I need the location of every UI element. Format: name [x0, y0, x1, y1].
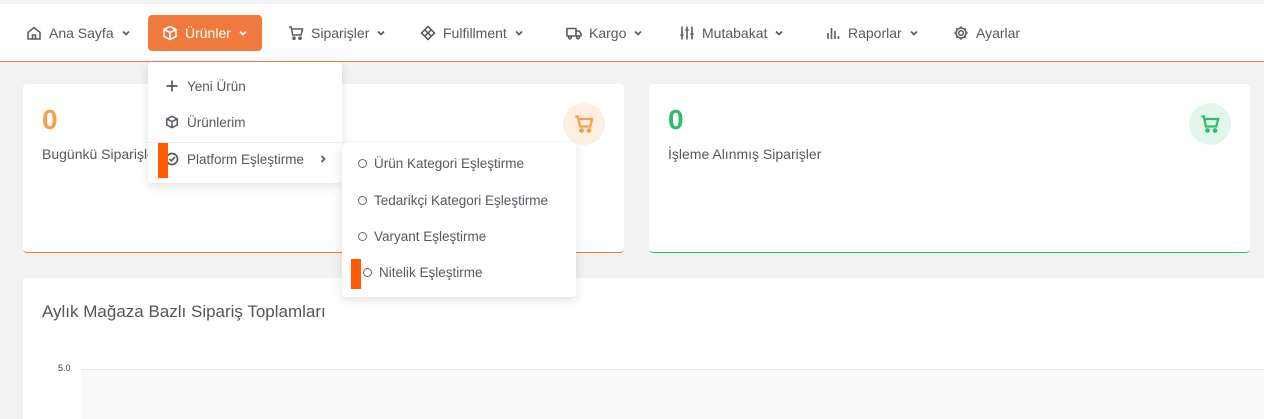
menu-item-label: Ürünlerim: [187, 114, 246, 130]
circle-icon: [358, 158, 367, 168]
truck-icon: [566, 27, 582, 40]
submenu-item-label: Nitelik Eşleştirme: [379, 264, 483, 280]
nav-kargo-label: Kargo: [589, 25, 627, 41]
bar-chart-icon: [827, 28, 840, 39]
chevron-down-icon: [121, 30, 130, 36]
nav-siparisler[interactable]: Siparişler: [274, 15, 400, 51]
plot-area: [81, 370, 1264, 419]
nav-raporlar-label: Raporlar: [848, 25, 902, 41]
nav-ayarlar[interactable]: Ayarlar: [939, 15, 1034, 51]
submenu-item-nitelik[interactable]: Nitelik Eşleştirme: [342, 254, 576, 290]
chevron-down-icon: [239, 30, 247, 36]
submenu-item-label: Ürün Kategori Eşleştirme: [374, 155, 525, 171]
highlight-marker: [351, 259, 361, 289]
menu-item-platform-eslestirme[interactable]: Platform Eşleştirme: [148, 141, 342, 177]
menu-item-label: Platform Eşleştirme: [187, 151, 305, 167]
chevron-down-icon: [634, 30, 642, 36]
chart-title: Aylık Mağaza Bazlı Sipariş Toplamları: [42, 302, 326, 321]
nav-ana-sayfa[interactable]: Ana Sayfa: [12, 15, 145, 51]
urunler-dropdown-menu: Yeni Ürün Ürünlerim Platform Eşleştirme: [148, 62, 342, 183]
submenu-item-urun-kategori[interactable]: Ürün Kategori Eşleştirme: [342, 145, 576, 181]
stat-card-processed-orders: 0 İşleme Alınmış Siparişler: [649, 84, 1250, 253]
main-navbar: Ana Sayfa Ürünler Siparişler Fulfillment…: [0, 4, 1264, 62]
submenu-item-tedarikci-kategori[interactable]: Tedarikçi Kategori Eşleştirme: [342, 182, 576, 218]
stat-icon-badge: [1189, 103, 1231, 145]
stat-label: Bugünkü Siparişler: [42, 146, 160, 162]
stat-value: 0: [668, 104, 684, 135]
plus-icon: [166, 80, 178, 92]
stat-label: İşleme Alınmış Siparişler: [668, 146, 822, 162]
sliders-icon: [680, 26, 694, 40]
chevron-down-icon: [775, 30, 784, 36]
circle-icon: [363, 267, 372, 277]
cart-icon: [575, 115, 594, 133]
package-icon: [420, 25, 436, 41]
cart-icon: [1201, 115, 1220, 133]
menu-item-yeni-urun[interactable]: Yeni Ürün: [148, 68, 342, 104]
nav-raporlar[interactable]: Raporlar: [811, 15, 933, 51]
menu-item-urunlerim[interactable]: Ürünlerim: [148, 104, 342, 140]
nav-siparisler-label: Siparişler: [311, 25, 370, 41]
submenu-item-varyant[interactable]: Varyant Eşleştirme: [342, 218, 576, 254]
highlight-marker: [158, 143, 168, 178]
nav-kargo[interactable]: Kargo: [552, 15, 657, 51]
nav-urunler[interactable]: Ürünler: [148, 15, 262, 51]
gear-icon: [954, 26, 968, 40]
nav-fulfillment-label: Fulfillment: [443, 25, 507, 41]
submenu-item-label: Varyant Eşleştirme: [374, 228, 487, 244]
home-icon: [27, 26, 41, 40]
box-icon: [166, 115, 178, 129]
nav-urunler-label: Ürünler: [185, 25, 231, 41]
nav-fulfillment[interactable]: Fulfillment: [406, 15, 538, 51]
chevron-right-icon: [320, 155, 326, 163]
chevron-down-icon: [377, 30, 385, 36]
cart-icon: [289, 26, 304, 40]
chart-card: Aylık Mağaza Bazlı Sipariş Toplamları 5.…: [23, 278, 1264, 419]
nav-mutabakat-label: Mutabakat: [702, 25, 768, 41]
stat-value: 0: [42, 104, 58, 135]
platform-eslestirme-submenu: Ürün Kategori Eşleştirme Tedarikçi Kateg…: [342, 143, 576, 297]
y-tick-label: 5.0: [58, 363, 71, 373]
menu-item-label: Yeni Ürün: [187, 78, 246, 94]
box-icon: [163, 25, 177, 41]
nav-ana-sayfa-label: Ana Sayfa: [49, 25, 114, 41]
nav-mutabakat[interactable]: Mutabakat: [665, 15, 798, 51]
chevron-down-icon: [910, 30, 918, 36]
submenu-item-label: Tedarikçi Kategori Eşleştirme: [374, 192, 549, 208]
circle-icon: [358, 195, 367, 205]
chevron-down-icon: [515, 30, 523, 36]
nav-ayarlar-label: Ayarlar: [976, 25, 1021, 41]
stat-icon-badge: [563, 103, 605, 145]
circle-icon: [358, 231, 367, 241]
